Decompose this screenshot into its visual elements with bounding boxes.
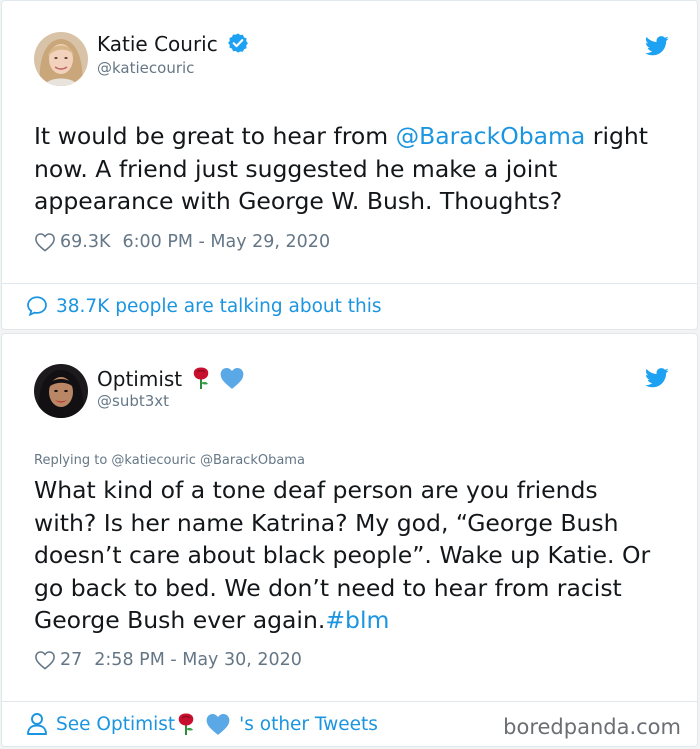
author-name[interactable]: Optimist xyxy=(97,367,182,391)
see-other-tweets-link[interactable]: See Optimist 's other Tweets xyxy=(26,712,378,736)
rose-emoji xyxy=(193,367,208,389)
verified-badge-icon xyxy=(228,33,248,53)
divider xyxy=(2,701,697,702)
avatar-optimist-icon xyxy=(34,364,88,418)
tweet-text: It would be great to hear from @BarackOb… xyxy=(34,120,648,218)
divider xyxy=(2,283,697,284)
tweet-text-start: It would be great to hear from xyxy=(34,122,396,150)
watermark: boredpanda.com xyxy=(503,715,681,739)
blue-heart-emoji xyxy=(220,368,244,389)
author-name-row[interactable]: Optimist xyxy=(97,366,245,391)
like-count[interactable]: 69.3K xyxy=(60,232,110,252)
tweet-meta: 69.3K 6:00 PM - May 29, 2020 xyxy=(34,232,330,252)
person-icon xyxy=(27,713,47,735)
avatar[interactable] xyxy=(34,364,88,418)
blue-heart-emoji xyxy=(206,714,230,735)
speech-bubble-icon xyxy=(27,296,47,317)
author-name[interactable]: Katie Couric xyxy=(97,32,218,56)
talking-about-text[interactable]: 38.7K people are talking about this xyxy=(56,296,382,317)
tweet-card-katie-couric: Katie Couric @katiecouric It would be gr… xyxy=(1,0,698,330)
avatar[interactable] xyxy=(34,32,88,86)
avatar-katie-icon xyxy=(34,32,88,86)
twitter-bird-icon[interactable] xyxy=(645,368,669,388)
heart-icon[interactable] xyxy=(34,650,56,670)
rose-emoji xyxy=(178,713,194,735)
tweet-card-optimist: Optimist @subt3xt Replying to @katiecour… xyxy=(1,333,698,747)
see-profile-prefix[interactable]: See Optimist xyxy=(56,714,175,735)
author-handle[interactable]: @katiecouric xyxy=(97,59,194,77)
author-name-row[interactable]: Katie Couric xyxy=(97,32,249,56)
heart-icon[interactable] xyxy=(34,232,56,252)
conversation-footer[interactable]: 38.7K people are talking about this xyxy=(26,295,382,317)
see-profile-suffix[interactable]: 's other Tweets xyxy=(239,714,378,735)
hashtag-link[interactable]: #blm xyxy=(325,606,389,634)
mention-link[interactable]: @BarackObama xyxy=(396,122,586,150)
tweet-meta: 27 2:58 PM - May 30, 2020 xyxy=(34,650,302,670)
author-handle[interactable]: @subt3xt xyxy=(97,392,169,410)
twitter-bird-icon[interactable] xyxy=(645,36,669,56)
timestamp[interactable]: 2:58 PM - May 30, 2020 xyxy=(94,650,302,670)
replying-to[interactable]: Replying to @katiecouric @BarackObama xyxy=(34,453,305,468)
like-count[interactable]: 27 xyxy=(60,650,82,670)
tweet-text: What kind of a tone deaf person are you … xyxy=(34,474,650,637)
timestamp[interactable]: 6:00 PM - May 29, 2020 xyxy=(122,232,330,252)
